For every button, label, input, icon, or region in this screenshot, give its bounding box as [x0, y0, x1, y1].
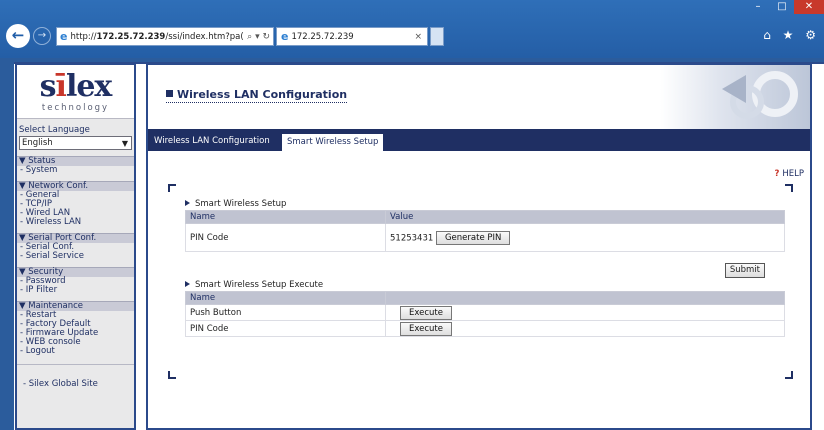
execute-table: Name Push Button Execute PIN Code Execut…	[185, 291, 785, 337]
forward-arrow-icon: →	[37, 30, 47, 41]
menu-item-serial-service[interactable]: - Serial Service	[17, 252, 134, 261]
execute-push-button[interactable]: Execute	[400, 305, 452, 320]
table-row: PIN Code Execute	[185, 320, 785, 337]
menu-group-maintenance: ▼ Maintenance - Restart - Factory Defaul…	[17, 301, 134, 356]
tab-favicon-icon: e	[281, 30, 289, 43]
new-tab-button[interactable]	[430, 27, 444, 46]
global-site-link[interactable]: - Silex Global Site	[17, 379, 134, 389]
table-row: PIN Code 51253431 Generate PIN	[185, 223, 785, 252]
column-header-name: Name	[185, 291, 386, 305]
frame-corner	[168, 371, 176, 379]
title-bullet-icon	[166, 90, 173, 97]
pin-code-value: 51253431	[390, 233, 434, 243]
tab-title: 172.25.72.239	[291, 31, 354, 42]
section-title-setup: Smart Wireless Setup	[185, 199, 286, 209]
language-value: English	[22, 138, 53, 148]
language-select[interactable]: English ▼	[19, 136, 132, 150]
help-link[interactable]: ? HELP	[774, 169, 804, 179]
menu-group-status: ▼ Status - System	[17, 156, 134, 175]
address-bar[interactable]: e http://172.25.72.239/ssi/index.htm?pa(…	[56, 27, 274, 46]
tab-smart-wireless-setup[interactable]: Smart Wireless Setup	[281, 133, 385, 151]
tab-bar: Wireless LAN Configuration Smart Wireles…	[148, 129, 810, 151]
content-header: Wireless LAN Configuration	[148, 65, 810, 129]
menu-group-network: ▼ Network Conf. - General - TCP/IP - Wir…	[17, 181, 134, 227]
menu-item-wireless-lan[interactable]: - Wireless LAN	[17, 218, 134, 227]
setup-table: Name Value PIN Code 51253431 Generate PI…	[185, 210, 785, 252]
main-content: Wireless LAN Configuration Wireless LAN …	[146, 63, 812, 430]
push-button-label: Push Button	[185, 304, 386, 321]
silex-logo: sīlex technology	[17, 65, 134, 119]
logo-wordmark: sīlex	[39, 69, 113, 104]
maximize-button[interactable]: □	[770, 0, 794, 14]
section-triangle-icon	[185, 200, 190, 206]
submit-button[interactable]: Submit	[724, 263, 765, 278]
frame-corner	[785, 371, 793, 379]
menu-item-ip-filter[interactable]: - IP Filter	[17, 286, 134, 295]
help-icon: ?	[774, 169, 780, 179]
url-path: /ssi/index.htm?pa(	[165, 31, 244, 42]
chevron-down-icon: ▼	[121, 138, 129, 148]
generate-pin-button[interactable]: Generate PIN	[435, 230, 511, 245]
browser-chrome: – □ ✕ ← → e http://172.25.72.239/ssi/ind…	[0, 0, 824, 58]
page-title: Wireless LAN Configuration	[166, 88, 348, 103]
execute-pin-button[interactable]: Execute	[400, 321, 452, 336]
menu-group-serial: ▼ Serial Port Conf. - Serial Conf. - Ser…	[17, 233, 134, 261]
sidebar: sīlex technology Select Language English…	[15, 63, 136, 430]
menu-item-logout[interactable]: - Logout	[17, 347, 134, 356]
url-prefix: http://	[70, 31, 97, 42]
browser-toolbar-icons[interactable]: ⌂ ★ ⚙	[763, 28, 820, 42]
close-window-button[interactable]: ✕	[794, 0, 824, 14]
minimize-button[interactable]: –	[746, 0, 770, 14]
browser-tab[interactable]: e 172.25.72.239 ×	[276, 27, 428, 46]
tab-close-icon[interactable]: ×	[414, 32, 422, 42]
table-row: Push Button Execute	[185, 304, 785, 321]
column-header-name: Name	[185, 210, 386, 224]
forward-button[interactable]: →	[33, 27, 51, 45]
frame-corner	[168, 184, 176, 192]
window-controls: – □ ✕	[746, 0, 824, 14]
back-arrow-icon: ←	[11, 26, 25, 44]
section-title-execute: Smart Wireless Setup Execute	[185, 280, 323, 290]
column-header-action	[385, 291, 785, 305]
column-header-value: Value	[385, 210, 785, 224]
logo-tagline: technology	[41, 103, 110, 113]
sidebar-divider	[17, 364, 134, 365]
language-label: Select Language	[19, 125, 90, 135]
pin-code-execute-label: PIN Code	[185, 320, 386, 337]
back-button[interactable]: ←	[6, 24, 30, 48]
menu-group-security: ▼ Security - Password - IP Filter	[17, 267, 134, 295]
ie-page-icon: e	[60, 30, 68, 43]
pin-code-label: PIN Code	[185, 223, 386, 252]
frame-corner	[785, 184, 793, 192]
url-host: 172.25.72.239	[96, 31, 166, 42]
tab-wireless-lan-configuration[interactable]: Wireless LAN Configuration	[150, 133, 274, 151]
header-banner-graphic	[660, 65, 810, 129]
section-triangle-icon	[185, 281, 190, 287]
menu-item-system[interactable]: - System	[17, 166, 134, 175]
address-tools[interactable]: ⌕ ▾ ↻	[244, 32, 273, 42]
